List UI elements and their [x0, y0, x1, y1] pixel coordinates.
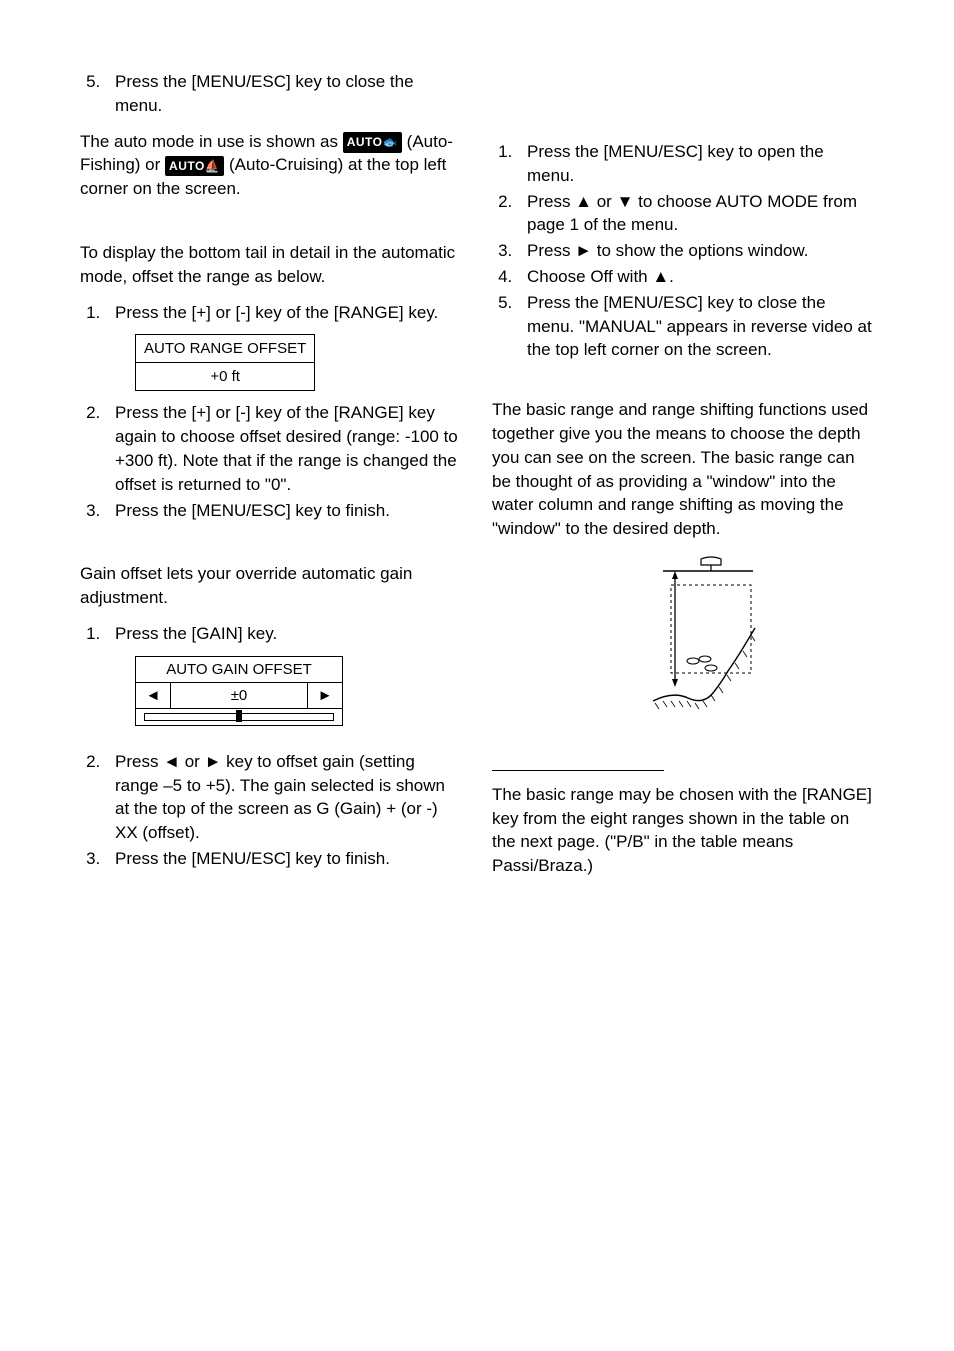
gain-slider — [140, 710, 338, 724]
range-step3: Press the [MENU/ESC] key to finish. — [105, 499, 462, 523]
section-divider — [492, 770, 664, 771]
range-step2: Press the [+] or [-] key of the [RANGE] … — [105, 401, 462, 496]
right-step4: Choose Off with ▲. — [517, 265, 874, 289]
right-step5: Press the [MENU/ESC] key to close the me… — [517, 291, 874, 362]
right-step1: Press the [MENU/ESC] key to open the men… — [517, 140, 874, 188]
step-close-menu: Press the [MENU/ESC] key to close the me… — [105, 70, 462, 118]
gain-step2: Press ◄ or ► key to offset gain (setting… — [105, 750, 462, 845]
gain-arrow-right: ► — [308, 682, 343, 708]
gain-arrow-left: ◄ — [136, 682, 171, 708]
basic-range-para: The basic range may be chosen with the [… — [492, 783, 874, 878]
auto-gain-offset-box: AUTO GAIN OFFSET ◄ ±0 ► — [135, 656, 343, 726]
gain-box-value: ±0 — [171, 682, 308, 708]
range-box-header: AUTO RANGE OFFSET — [136, 335, 315, 363]
auto-range-offset-box: AUTO RANGE OFFSET +0 ft — [135, 334, 315, 391]
auto-mode-para: The auto mode in use is shown as AUTO🐟 (… — [80, 130, 462, 201]
gain-box-header: AUTO GAIN OFFSET — [136, 656, 343, 682]
auto-fishing-icon: AUTO🐟 — [343, 132, 402, 153]
gain-offset-intro: Gain offset lets your override automatic… — [80, 562, 462, 610]
gain-step3: Press the [MENU/ESC] key to finish. — [105, 847, 462, 871]
basic-range-intro: The basic range and range shifting funct… — [492, 398, 874, 541]
right-step3: Press ► to show the options window. — [517, 239, 874, 263]
range-step1: Press the [+] or [-] key of the [RANGE] … — [105, 301, 462, 325]
auto-cruising-icon: AUTO⛵ — [165, 156, 224, 177]
display-bottom-para: To display the bottom tail in detail in … — [80, 241, 462, 289]
right-step2: Press ▲ or ▼ to choose AUTO MODE from pa… — [517, 190, 874, 238]
gain-step1: Press the [GAIN] key. — [105, 622, 462, 646]
window-diagram — [492, 553, 874, 730]
range-box-value: +0 ft — [136, 363, 315, 391]
auto-mode-text: The auto mode in use is shown as — [80, 132, 343, 151]
